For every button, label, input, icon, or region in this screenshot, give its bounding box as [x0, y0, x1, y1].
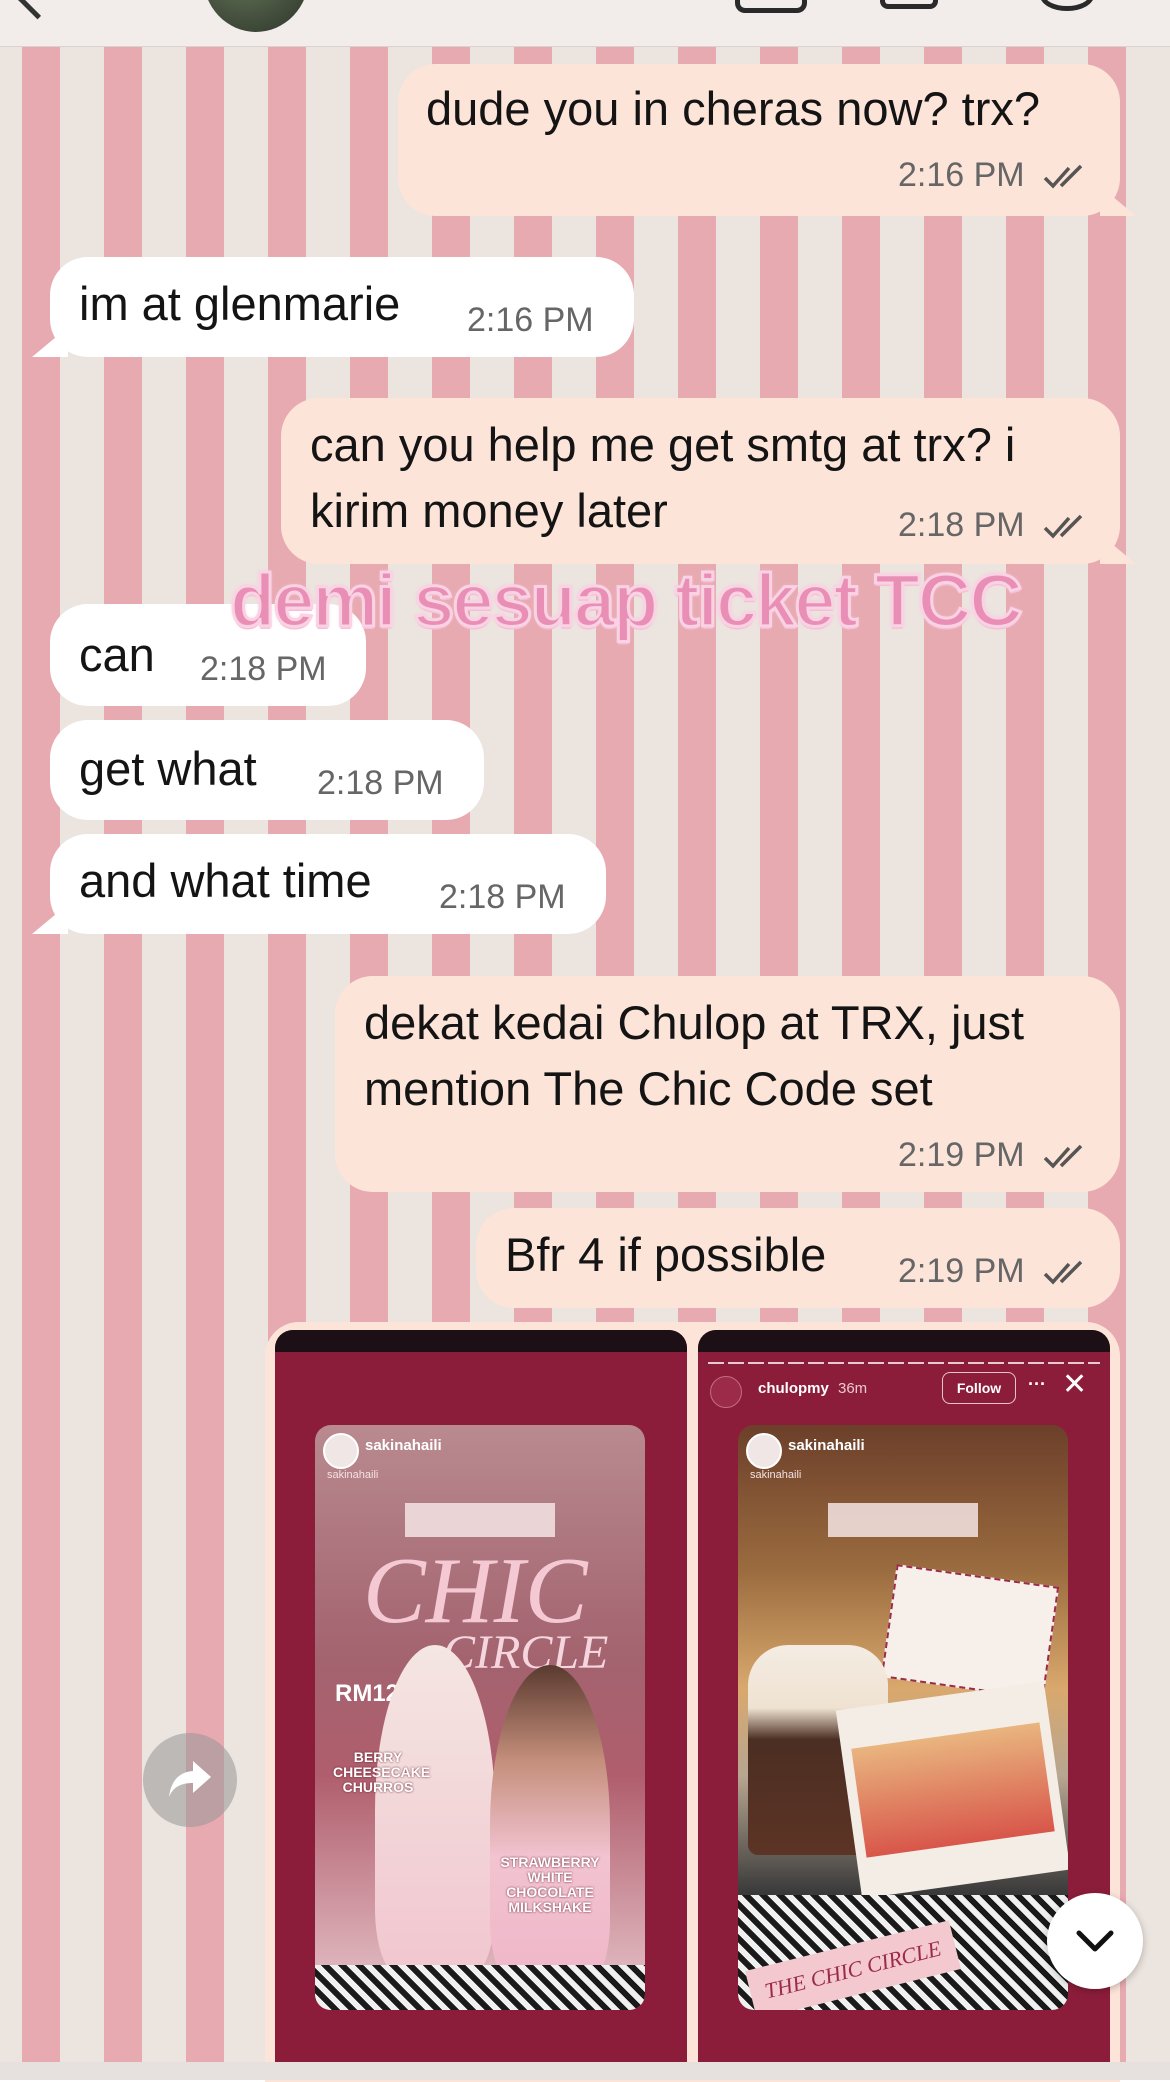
- person-figure: [490, 1665, 610, 1985]
- message-text: get what: [79, 742, 257, 795]
- story-screenshot-2[interactable]: chulopmy 36m Follow ··· ✕ sakinahaili sa…: [698, 1330, 1110, 2080]
- back-chevron-icon[interactable]: [15, 0, 60, 20]
- note-card: [880, 1564, 1060, 1700]
- status-bar: [275, 1330, 687, 1352]
- bottom-strip: [0, 2062, 1170, 2080]
- message-time: 2:18 PM: [898, 506, 1025, 544]
- contact-avatar[interactable]: [203, 0, 309, 32]
- patterned-floor: [315, 1965, 645, 2010]
- double-check-icon: [1043, 164, 1083, 189]
- chat-header: [0, 0, 1170, 47]
- message-time: 2:19 PM: [898, 1252, 1025, 1290]
- status-bar: [698, 1330, 1110, 1352]
- story-image: sakinahaili sakinahaili THE CHIC CIRCLE: [738, 1425, 1068, 2010]
- message-text: and what time: [79, 854, 372, 907]
- message-time: 2:16 PM: [898, 156, 1025, 194]
- message-outgoing[interactable]: can you help me get smtg at trx? i kirim…: [281, 398, 1120, 564]
- message-text: im at glenmarie: [79, 277, 401, 330]
- story-image: sakinahaili sakinahaili CHIC CIRCLE RM12…: [315, 1425, 645, 2010]
- avatar: [746, 1433, 782, 1469]
- story-progress-bar: [708, 1362, 1100, 1364]
- story-username: sakinahaili: [365, 1437, 442, 1454]
- bubble-tail: [32, 904, 68, 934]
- sticker-text: demi sesuap ticket TCC: [229, 558, 1025, 644]
- message-incoming[interactable]: and what time 2:18 PM: [50, 834, 606, 934]
- message-time: 2:16 PM: [467, 301, 594, 339]
- poster-item-label: BERRY CHEESECAKE CHURROS: [333, 1749, 431, 1795]
- bubble-tail: [1100, 186, 1136, 216]
- message-incoming[interactable]: im at glenmarie 2:16 PM: [50, 257, 634, 357]
- person-figure: [375, 1645, 495, 1975]
- avatar: [323, 1433, 359, 1469]
- message-incoming[interactable]: get what 2:18 PM: [50, 720, 484, 820]
- story-header: chulopmy 36m Follow ··· ✕: [710, 1370, 1098, 1414]
- avatar: [710, 1376, 742, 1408]
- message-text: dude you in cheras now? trx?: [426, 82, 1040, 135]
- video-call-icon[interactable]: [735, 0, 807, 13]
- message-time: 2:18 PM: [200, 650, 327, 688]
- message-time: 2:18 PM: [317, 764, 444, 802]
- message-outgoing[interactable]: Bfr 4 if possible 2:19 PM: [476, 1208, 1120, 1308]
- chevron-down-icon: [1076, 1930, 1114, 1952]
- message-text-line1: can you help me get smtg at trx? i: [310, 418, 1016, 471]
- message-text: Bfr 4 if possible: [505, 1228, 827, 1281]
- bubble-tail: [32, 327, 68, 357]
- scroll-down-button[interactable]: [1047, 1893, 1143, 1989]
- double-check-icon: [1043, 514, 1083, 539]
- story-account: chulopmy: [758, 1380, 829, 1397]
- poster-item-label: STRAWBERRY WHITE CHOCOLATE MILKSHAKE: [500, 1854, 600, 1915]
- churros-box: [835, 1681, 1068, 1899]
- more-icon: ···: [1028, 1374, 1046, 1394]
- caption-tag: [405, 1503, 555, 1537]
- message-text-line2: kirim money later: [310, 484, 668, 537]
- story-age: 36m: [838, 1380, 868, 1397]
- message-text-line1: dekat kedai Chulop at TRX, just: [364, 996, 1025, 1049]
- story-subusername: sakinahaili: [327, 1469, 379, 1481]
- message-text: can: [79, 628, 155, 681]
- follow-button: Follow: [942, 1372, 1016, 1404]
- message-time: 2:18 PM: [439, 878, 566, 916]
- message-outgoing[interactable]: dekat kedai Chulop at TRX, just mention …: [335, 976, 1120, 1192]
- bubble-tail: [1100, 534, 1136, 564]
- poster-title: CHIC: [363, 1539, 588, 1643]
- caption-tag: [828, 1503, 978, 1537]
- forward-icon: [169, 1761, 211, 1797]
- message-text-line2: mention The Chic Code set: [364, 1062, 933, 1115]
- story-username: sakinahaili: [788, 1437, 865, 1454]
- message-outgoing[interactable]: dude you in cheras now? trx? 2:16 PM: [398, 64, 1120, 216]
- double-check-icon: [1043, 1260, 1083, 1285]
- double-check-icon: [1043, 1144, 1083, 1169]
- message-time: 2:19 PM: [898, 1136, 1025, 1174]
- menu-icon[interactable]: [1040, 0, 1094, 11]
- story-screenshot-1[interactable]: sakinahaili sakinahaili CHIC CIRCLE RM12…: [275, 1330, 687, 2080]
- close-icon: ✕: [1062, 1368, 1088, 1401]
- forward-button[interactable]: [143, 1733, 237, 1827]
- story-subusername: sakinahaili: [750, 1469, 802, 1481]
- voice-call-icon[interactable]: [880, 0, 938, 9]
